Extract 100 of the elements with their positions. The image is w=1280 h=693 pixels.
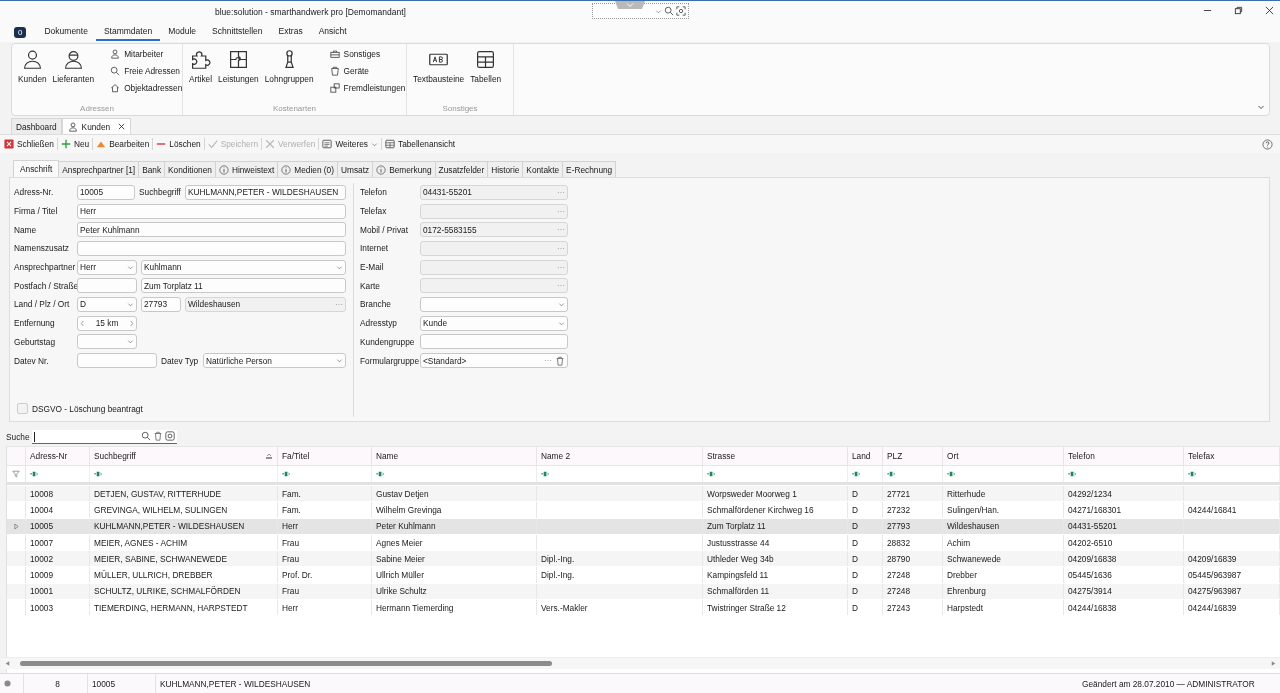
text-field[interactable]: Herr — [77, 203, 346, 219]
lookup-field[interactable] — [420, 240, 568, 256]
quick-search-box[interactable] — [592, 3, 689, 19]
document-tab[interactable]: Kunden — [61, 118, 132, 134]
dropdown-field[interactable]: Kunde — [420, 315, 568, 331]
lookup-field[interactable]: <Standard> — [420, 353, 568, 369]
table-row[interactable]: 10008 DETJEN, GUSTAV, RITTERHUDE Fam. Gustav Detjen Worpsweder Moorweg 1 D 27721 Ritterhude 04292/1234 — [7, 485, 1280, 502]
notification-badge[interactable]: 0 — [14, 26, 27, 38]
column-header[interactable]: Fa/Titel — [278, 447, 372, 465]
horizontal-scrollbar[interactable] — [1, 657, 1280, 669]
dropdown-field[interactable] — [77, 334, 137, 350]
menu-tab[interactable]: Stammdaten — [95, 23, 161, 41]
ribbon-button[interactable]: Mitarbeiter — [110, 47, 183, 61]
toolbar-button[interactable]: Löschen — [155, 136, 202, 152]
text-field[interactable] — [77, 278, 137, 294]
dropdown-field[interactable]: Herr — [77, 259, 137, 275]
scroll-left-icon[interactable] — [4, 660, 11, 667]
chevron-left-icon[interactable] — [80, 319, 85, 327]
form-tab[interactable]: Konditionen — [164, 161, 216, 177]
lookup-field[interactable] — [420, 203, 568, 219]
table-row[interactable]: 10003 TIEMERDING, HERMANN, HARPSTEDT Herr Hermann Tiemerding Vers.-Makler Twistringer Straße 12 D 27243 Harpstedt 04244/16838 04244/16839 — [7, 599, 1280, 616]
ribbon-button[interactable]: Objektadressen — [110, 81, 183, 95]
text-field[interactable]: 27793 — [141, 296, 181, 312]
menu-tab[interactable]: Module — [160, 23, 204, 41]
chevron-right-icon[interactable] — [129, 319, 134, 327]
lookup-field[interactable]: Wildeshausen — [185, 296, 346, 312]
ribbon-button[interactable]: Fremdleistungen — [329, 81, 406, 95]
help-icon[interactable] — [1262, 138, 1273, 150]
form-tab[interactable]: Bemerkung — [372, 161, 436, 177]
dropdown-field[interactable]: Kuhlmann — [141, 259, 346, 275]
text-field[interactable] — [420, 334, 568, 350]
checkbox[interactable] — [17, 403, 28, 414]
form-tab[interactable]: Umsatz — [337, 161, 374, 177]
scroll-right-icon[interactable] — [1270, 660, 1277, 667]
ribbon-button[interactable]: Kunden — [16, 47, 49, 86]
ribbon-button[interactable]: Freie Adressen — [110, 64, 183, 78]
ribbon-button[interactable]: Artikel — [187, 47, 215, 86]
close-icon[interactable] — [118, 123, 126, 130]
menu-tab[interactable]: Ansicht — [310, 23, 355, 41]
toolbar-button[interactable]: Bearbeiten — [95, 136, 151, 152]
chevron-down-icon[interactable] — [615, 1, 645, 9]
scan-icon[interactable] — [164, 431, 175, 441]
form-tab[interactable]: Bank — [138, 161, 166, 177]
form-tab[interactable]: Medien (0) — [277, 161, 338, 177]
ribbon-button[interactable]: Sonstiges — [329, 47, 406, 61]
menu-tab[interactable]: Schnittstellen — [204, 23, 271, 41]
text-field[interactable] — [77, 353, 157, 369]
lookup-field[interactable] — [420, 259, 568, 275]
column-header[interactable]: Suchbegriff — [90, 447, 278, 465]
menu-tab[interactable]: Dokumente — [36, 23, 96, 41]
search-field[interactable] — [31, 429, 177, 444]
column-header[interactable]: Telefon — [1064, 447, 1184, 465]
table-row[interactable]: 10002 MEIER, SABINE, SCHWANEWEDE Frau Sabine Meier Dipl.-Ing. Uthleder Weg 34b D 28790 Schwanewede 04209/16838 04209/16839 — [7, 550, 1280, 567]
dropdown-field[interactable] — [420, 296, 568, 312]
filter-icon[interactable] — [12, 470, 20, 478]
lookup-field[interactable]: 04431-55201 — [420, 184, 568, 200]
table-row[interactable]: 10001 SCHULTZ, ULRIKE, SCHMALFÖRDEN Frau Ulrike Schultz Schmalförden 11 D 27248 Ehrenburg 04275/3914 04275/963987 — [7, 582, 1280, 600]
column-header[interactable]: Telefax — [1184, 447, 1280, 465]
text-field[interactable]: KUHLMANN,PETER - WILDESHAUSEN — [185, 184, 346, 200]
column-header[interactable]: Ort — [943, 447, 1064, 465]
lookup-field[interactable] — [420, 278, 568, 294]
table-row[interactable]: 10004 GREVINGA, WILHELM, SULINGEN Fam. Wilhelm Grevinga Schmalfördener Kirchweg 16 D 27232 Sulingen/Han. 04271/168301 04244/16841 — [7, 501, 1280, 518]
toolbar-button[interactable]: Neu — [59, 136, 91, 152]
column-header[interactable]: Adress-Nr — [26, 447, 90, 465]
table-row[interactable]: 10009 MÜLLER, ULLRICH, DREBBER Prof. Dr. Ullrich Müller Dipl.-Ing. Kampingsfeld 11 D 27248 Drebber 05445/1636 05445/963987 — [7, 566, 1280, 583]
restore-icon[interactable] — [1234, 6, 1243, 15]
text-field[interactable]: Peter Kuhlmann — [77, 222, 346, 238]
ribbon-button[interactable]: Lieferanten — [50, 47, 97, 86]
menu-tab[interactable]: Extras — [270, 23, 311, 41]
form-tab[interactable]: Anschrift — [13, 160, 60, 177]
toolbar-button[interactable]: Weiteres — [321, 136, 379, 152]
text-field[interactable]: Zum Torplatz 11 — [141, 278, 346, 294]
ribbon-button[interactable]: Leistungen — [216, 47, 261, 86]
column-header[interactable]: Strasse — [703, 447, 848, 465]
close-icon[interactable] — [1265, 6, 1274, 15]
toolbar-button[interactable]: Schließen — [3, 136, 55, 152]
form-tab[interactable]: E-Rechnung — [562, 161, 617, 177]
form-tab[interactable]: Zusatzfelder — [434, 161, 489, 177]
dropdown-field[interactable]: Natürliche Person — [203, 353, 346, 369]
table-row[interactable]: 10005 KUHLMANN,PETER - WILDESHAUSEN Herr Peter Kuhlmann Zum Torplatz 11 D 27793 Wildeshausen 04431-55201 — [7, 517, 1280, 534]
ribbon-button[interactable]: Geräte — [329, 64, 406, 78]
toolbar-button[interactable]: Tabellenansicht — [384, 136, 457, 152]
chevron-down-icon[interactable] — [1257, 103, 1265, 111]
lookup-field[interactable]: 0172-5583155 — [420, 222, 568, 238]
column-header[interactable]: Name — [372, 447, 537, 465]
document-tab[interactable]: Dashboard — [11, 118, 62, 134]
ribbon-button[interactable]: Textbausteine — [411, 47, 467, 86]
text-field[interactable]: 10005 — [77, 184, 135, 200]
form-tab[interactable]: Historie — [487, 161, 524, 177]
spinner-field[interactable]: 15 km — [77, 315, 137, 331]
form-tab[interactable]: Ansprechpartner [1] — [58, 161, 140, 177]
form-tab[interactable]: Hinweistext — [214, 161, 279, 177]
dropdown-field[interactable]: D — [77, 296, 137, 312]
text-field[interactable] — [77, 240, 346, 256]
column-header[interactable]: Name 2 — [537, 447, 703, 465]
column-header[interactable]: Land — [848, 447, 883, 465]
column-header[interactable]: PLZ — [883, 447, 943, 465]
ribbon-button[interactable]: Lohngruppen — [262, 47, 316, 86]
ribbon-button[interactable]: Tabellen — [468, 47, 504, 86]
form-tab[interactable]: Kontakte — [522, 161, 564, 177]
